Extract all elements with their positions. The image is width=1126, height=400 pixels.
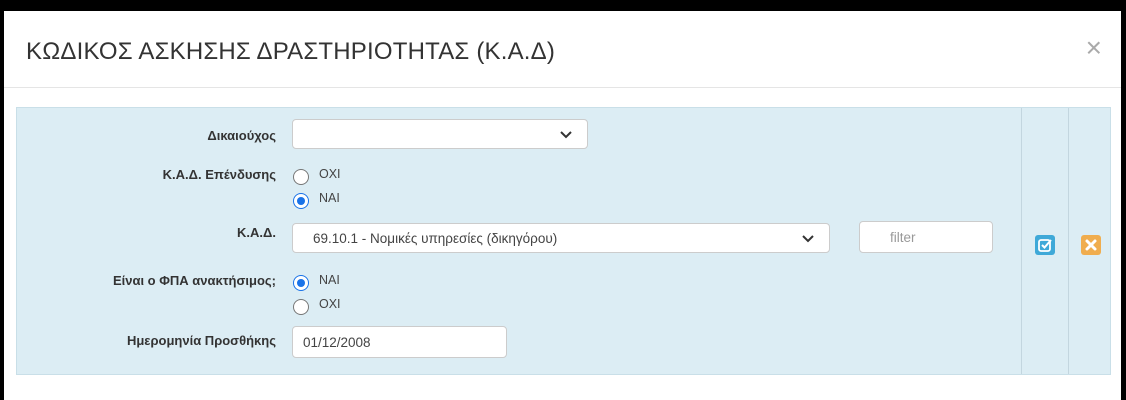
vat-yes-label: ΝΑΙ — [319, 273, 340, 287]
kad-investment-yes-label: ΝΑΙ — [319, 191, 340, 205]
kad-dialog: ΚΩΔΙΚΟΣ ΑΣΚΗΣΗΣ ΔΡΑΣΤΗΡΙΟΤΗΤΑΣ (Κ.Α.Δ) ×… — [4, 11, 1121, 400]
chevron-down-icon — [802, 235, 814, 243]
dialog-header: ΚΩΔΙΚΟΣ ΑΣΚΗΣΗΣ ΔΡΑΣΤΗΡΙΟΤΗΤΑΣ (Κ.Α.Δ) × — [4, 11, 1121, 88]
kad-form-row: Δικαιούχος Κ.Α.Δ. Επένδυσης ΟΧΙ ΝΑΙ Κ.Α.… — [16, 107, 1111, 375]
vat-no-label: ΟΧΙ — [319, 297, 341, 311]
kad-investment-yes-radio[interactable] — [293, 193, 309, 209]
kad-investment-label: Κ.Α.Δ. Επένδυσης — [162, 167, 276, 182]
beneficiary-label: Δικαιούχος — [207, 128, 276, 143]
kad-investment-no-radio[interactable] — [293, 169, 309, 185]
date-added-value: 01/12/2008 — [303, 335, 371, 350]
kad-investment-no-label: ΟΧΙ — [319, 167, 341, 181]
date-added-label: Ημερομηνία Προσθήκης — [126, 333, 276, 348]
close-glyph — [1085, 239, 1097, 251]
column-divider — [1068, 108, 1069, 374]
close-icon[interactable] — [1081, 235, 1101, 255]
edit-check-icon[interactable] — [1035, 235, 1055, 255]
kad-filter-input[interactable]: filter — [859, 221, 993, 253]
vat-no-radio[interactable] — [293, 299, 309, 315]
date-added-input[interactable]: 01/12/2008 — [292, 326, 507, 358]
filter-placeholder: filter — [890, 230, 916, 245]
edit-check-glyph — [1038, 239, 1052, 252]
vat-yes-radio[interactable] — [293, 275, 309, 291]
chevron-down-icon — [560, 131, 572, 139]
kad-value: 69.10.1 - Νομικές υπηρεσίες (δικηγόρου) — [313, 231, 558, 246]
kad-select[interactable]: 69.10.1 - Νομικές υπηρεσίες (δικηγόρου) — [292, 223, 830, 253]
vat-recoverable-label: Είναι ο ΦΠΑ ανακτήσιμος; — [112, 273, 276, 288]
kad-label: Κ.Α.Δ. — [237, 225, 276, 240]
close-icon[interactable]: × — [1086, 34, 1102, 62]
beneficiary-select[interactable] — [292, 119, 588, 149]
dialog-title: ΚΩΔΙΚΟΣ ΑΣΚΗΣΗΣ ΔΡΑΣΤΗΡΙΟΤΗΤΑΣ (Κ.Α.Δ) — [26, 38, 556, 65]
column-divider — [1021, 108, 1022, 374]
